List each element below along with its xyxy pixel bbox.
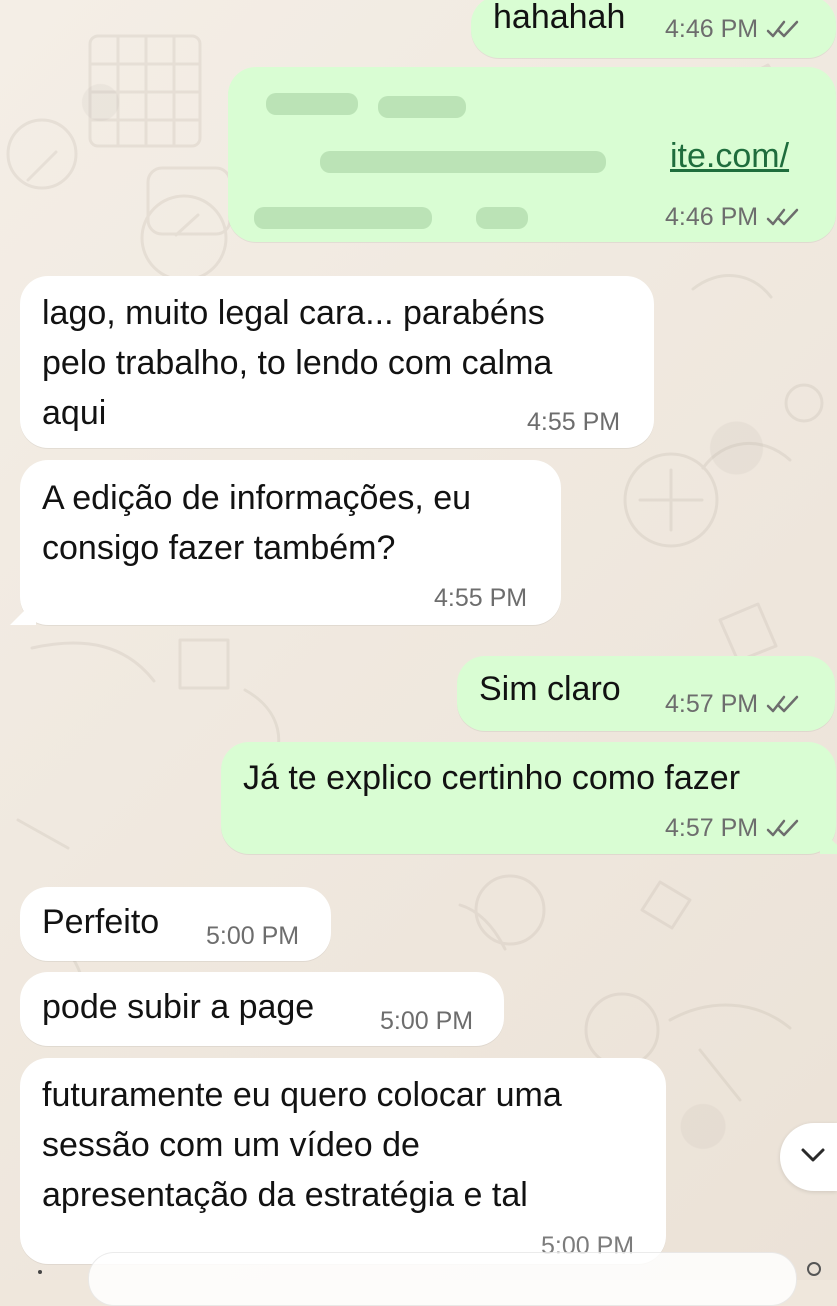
message-time: 4:55 PM [527,408,621,436]
double-check-icon [766,695,799,712]
message-meta: 4:55 PM [527,410,620,435]
message-incoming-video[interactable]: futuramente eu quero colocar uma sessão … [20,1058,666,1264]
message-composer[interactable] [88,1252,797,1306]
message-time: 4:57 PM [665,690,759,718]
message-outgoing-explico[interactable]: Já te explico certinho como fazer 4:57 P… [221,742,837,854]
redacted-line [266,93,358,115]
composer-left-icon [38,1270,42,1274]
message-time: 4:46 PM [665,203,759,231]
message-outgoing-link-preview[interactable]: ite.com/ 4:46 PM [228,67,836,242]
message-time: 5:00 PM [380,1007,474,1035]
message-meta: 5:00 PM [206,924,299,949]
message-text: A edição de informações, eu consigo faze… [42,479,472,567]
double-check-icon [766,20,799,37]
message-text: Perfeito [42,903,160,941]
message-text: Sim claro [479,670,621,708]
redacted-line [320,151,606,173]
message-meta: 4:55 PM [434,586,527,611]
message-meta: 4:46 PM [665,17,800,42]
message-link-fragment[interactable]: ite.com/ [670,139,789,173]
double-check-icon [766,819,799,836]
message-meta: 4:57 PM [665,692,800,717]
message-outgoing-sim-claro[interactable]: Sim claro 4:57 PM [457,656,835,731]
message-time: 4:55 PM [434,584,528,612]
redacted-line [378,96,466,118]
message-incoming-perfeito[interactable]: Perfeito 5:00 PM [20,887,331,961]
message-text: lago, muito legal cara... parabéns pelo … [42,294,553,432]
message-incoming-parabens[interactable]: lago, muito legal cara... parabéns pelo … [20,276,654,448]
message-incoming-page[interactable]: pode subir a page 5:00 PM [20,972,504,1046]
message-time: 4:46 PM [665,15,759,43]
double-check-icon [766,208,799,225]
redacted-line [254,207,432,229]
message-text: hahahah [493,0,626,36]
message-time: 5:00 PM [206,922,300,950]
message-text: pode subir a page [42,988,315,1026]
message-incoming-edicao[interactable]: A edição de informações, eu consigo faze… [10,460,561,625]
message-meta: 4:57 PM [665,816,800,841]
composer-right-icon [807,1262,821,1276]
message-outgoing-hahahah[interactable]: hahahah 4:46 PM [471,0,836,58]
message-text: futuramente eu quero colocar uma sessão … [42,1076,562,1214]
message-meta: 5:00 PM [380,1009,473,1034]
message-meta: 4:46 PM [665,205,800,230]
redacted-line [476,207,528,229]
message-time: 4:57 PM [665,814,759,842]
chevron-down-icon [801,1148,825,1162]
message-text: Já te explico certinho como fazer [243,759,741,797]
